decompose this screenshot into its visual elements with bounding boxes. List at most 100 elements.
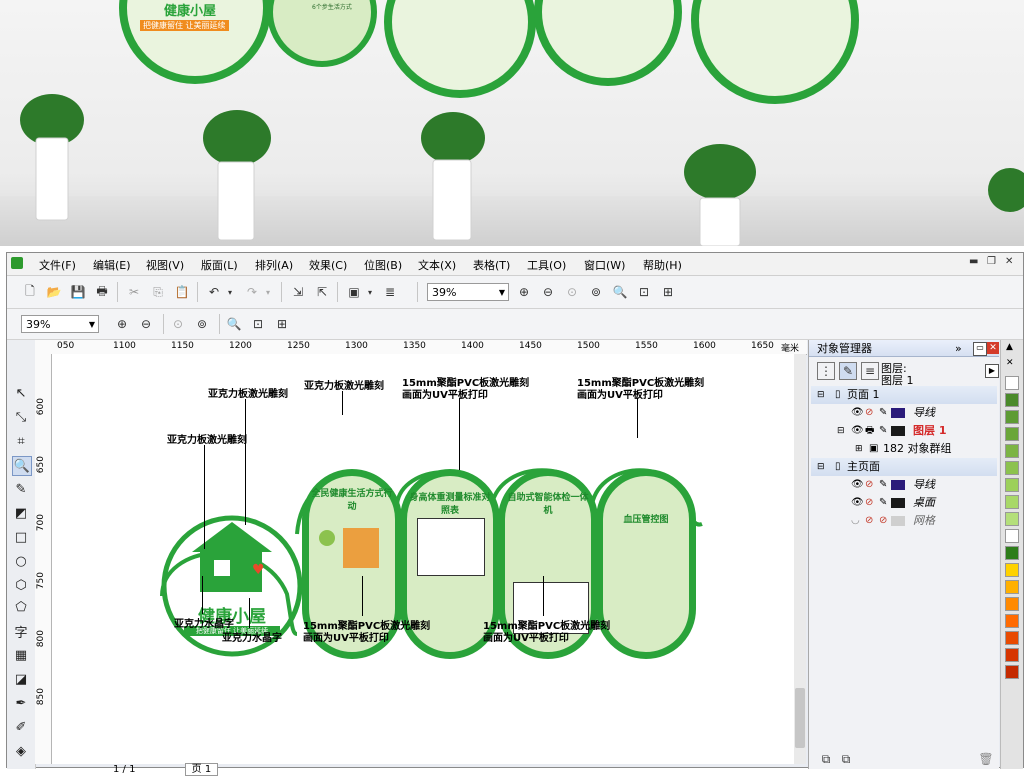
copy-icon[interactable]: ⎘ <box>149 283 167 301</box>
basic-shapes-icon[interactable]: ⬠ <box>12 598 30 616</box>
show-properties-icon[interactable]: ⋮ <box>817 362 835 380</box>
fill-tool-icon[interactable]: ◈ <box>12 742 30 760</box>
visible-eye-icon[interactable]: 👁 <box>851 422 864 440</box>
menu-file[interactable]: 文件(F) <box>39 257 76 273</box>
import-icon[interactable]: ⇲ <box>289 283 307 301</box>
zoom-width-icon[interactable]: ⊡ <box>635 283 653 301</box>
zoom-in-icon[interactable]: ⊕ <box>515 283 533 301</box>
ellipse-tool-icon[interactable]: ○ <box>12 552 30 570</box>
palette-swatch[interactable] <box>1005 597 1019 611</box>
outline-pen-icon[interactable]: ✐ <box>12 718 30 736</box>
zoom-width-icon[interactable]: ⊡ <box>249 315 267 333</box>
polygon-tool-icon[interactable]: ⬡ <box>12 576 30 594</box>
tree-master-page[interactable]: ⊟ ▯ 主页面 <box>811 458 997 476</box>
zoom-all-icon[interactable]: ⊚ <box>193 315 211 333</box>
crop-tool-icon[interactable]: ⌗ <box>12 432 30 450</box>
print-disabled-icon[interactable]: ⊘ <box>865 494 873 512</box>
eyedropper-icon[interactable]: ✒ <box>12 694 30 712</box>
menu-table[interactable]: 表格(T) <box>473 257 510 273</box>
launcher-dropdown-icon[interactable]: ▾ <box>361 283 379 301</box>
zoom-page-icon[interactable]: 🔍 <box>225 315 243 333</box>
visible-eye-icon[interactable]: 👁 <box>851 404 864 422</box>
palette-swatch[interactable] <box>1005 546 1019 560</box>
corel-online-icon[interactable]: ≣ <box>381 283 399 301</box>
menu-window[interactable]: 窗口(W) <box>584 257 625 273</box>
zoom-out-icon[interactable]: ⊖ <box>539 283 557 301</box>
no-color-icon[interactable]: ✕ <box>1006 358 1014 368</box>
palette-swatch[interactable] <box>1005 444 1019 458</box>
panel-blood-pressure[interactable]: 血压管控图 <box>596 469 696 659</box>
zoom-height-icon[interactable]: ⊞ <box>273 315 291 333</box>
menu-arrange[interactable]: 排列(A) <box>255 257 293 273</box>
new-master-layer-icon[interactable]: ⧉ <box>837 750 855 768</box>
palette-swatch[interactable] <box>1005 563 1019 577</box>
tree-layer-guides[interactable]: 👁 ⊘ ✎ 导线 <box>811 404 997 422</box>
layer-color-swatch[interactable] <box>891 516 905 526</box>
zoom-out-icon[interactable]: ⊖ <box>137 315 155 333</box>
visible-eye-icon[interactable]: 👁 <box>851 476 864 494</box>
layer-color-swatch[interactable] <box>891 408 905 418</box>
hidden-eye-icon[interactable]: ◡ <box>851 512 860 530</box>
edit-disabled-icon[interactable]: ⊘ <box>879 512 887 530</box>
zoom-page-icon[interactable]: 🔍 <box>611 283 629 301</box>
zoom-level-select-2[interactable]: 39% ▼ <box>21 315 99 333</box>
undo-dropdown-icon[interactable]: ▾ <box>221 283 239 301</box>
close-panel-icon[interactable]: ✕ <box>987 342 999 354</box>
table-tool-icon[interactable]: ▦ <box>12 646 30 664</box>
edit-pencil-icon[interactable]: ✎ <box>879 494 887 512</box>
tree-layer-1[interactable]: ⊟ 👁 🖶 ✎ 图层 1 <box>811 422 997 440</box>
palette-swatch[interactable] <box>1005 580 1019 594</box>
minimize-panel-icon[interactable]: ▭ <box>973 342 987 356</box>
print-disabled-icon[interactable]: ⊘ <box>865 512 873 530</box>
collapse-icon[interactable]: ⊟ <box>817 386 825 404</box>
print-disabled-icon[interactable]: ⊘ <box>865 476 873 494</box>
delete-icon[interactable]: 🗑 <box>977 750 995 768</box>
shape-tool-icon[interactable]: ⤡ <box>12 408 30 426</box>
zoom-in-icon[interactable]: ⊕ <box>113 315 131 333</box>
layer-color-swatch[interactable] <box>891 498 905 508</box>
edit-pencil-icon[interactable]: ✎ <box>879 476 887 494</box>
zoom-height-icon[interactable]: ⊞ <box>659 283 677 301</box>
menu-view[interactable]: 视图(V) <box>146 257 184 273</box>
zoom-selected-icon[interactable]: ⊙ <box>563 283 581 301</box>
menu-help[interactable]: 帮助(H) <box>643 257 682 273</box>
collapse-icon[interactable]: ⊟ <box>837 422 845 440</box>
palette-swatch[interactable] <box>1005 529 1019 543</box>
zoom-level-select[interactable]: 39% ▼ <box>427 283 509 301</box>
palette-swatch[interactable] <box>1005 495 1019 509</box>
palette-swatch[interactable] <box>1005 427 1019 441</box>
edit-pencil-icon[interactable]: ✎ <box>879 404 887 422</box>
palette-swatch[interactable] <box>1005 410 1019 424</box>
edit-pencil-icon[interactable]: ✎ <box>879 422 887 440</box>
rectangle-tool-icon[interactable]: □ <box>12 528 30 546</box>
vertical-ruler[interactable]: 600 650 700 750 800 850 <box>35 354 52 764</box>
cut-icon[interactable]: ✂ <box>125 283 143 301</box>
smart-fill-icon[interactable]: ◩ <box>12 504 30 522</box>
drawing-canvas[interactable]: ♥ 全民健康生活方式行动 身高体重测量标准对照表 自助式智能体检一体机 血压管控… <box>52 354 800 764</box>
menu-edit[interactable]: 编辑(E) <box>93 257 131 273</box>
collapse-icon[interactable]: ⊟ <box>817 458 825 476</box>
edit-across-layers-icon[interactable]: ✎ <box>839 362 857 380</box>
layer-color-swatch[interactable] <box>891 426 905 436</box>
tree-page-1[interactable]: ⊟ ▯ 页面 1 <box>811 386 997 404</box>
tree-group[interactable]: ⊞ ▣ 182 对象群组 <box>811 440 997 458</box>
print-disabled-icon[interactable]: ⊘ <box>865 404 873 422</box>
palette-swatch[interactable] <box>1005 665 1019 679</box>
print-icon[interactable]: 🖶 <box>93 283 111 301</box>
pick-tool-icon[interactable]: ↖ <box>12 384 30 402</box>
expand-icon[interactable]: » <box>955 340 962 357</box>
palette-scroll-up-icon[interactable]: ▲ <box>1006 342 1013 352</box>
save-icon[interactable]: 💾 <box>69 283 87 301</box>
tree-master-grid[interactable]: ◡ ⊘ ⊘ 网格 <box>811 512 997 530</box>
printable-icon[interactable]: 🖶 <box>865 422 874 440</box>
vertical-scrollbar[interactable] <box>794 354 806 764</box>
visible-eye-icon[interactable]: 👁 <box>851 494 864 512</box>
palette-swatch[interactable] <box>1005 512 1019 526</box>
palette-swatch[interactable] <box>1005 393 1019 407</box>
palette-swatch[interactable] <box>1005 376 1019 390</box>
close-icon[interactable]: ✕ <box>1005 256 1013 267</box>
palette-swatch[interactable] <box>1005 461 1019 475</box>
menu-text[interactable]: 文本(X) <box>418 257 456 273</box>
interactive-blend-icon[interactable]: ◪ <box>12 670 30 688</box>
export-icon[interactable]: ⇱ <box>313 283 331 301</box>
